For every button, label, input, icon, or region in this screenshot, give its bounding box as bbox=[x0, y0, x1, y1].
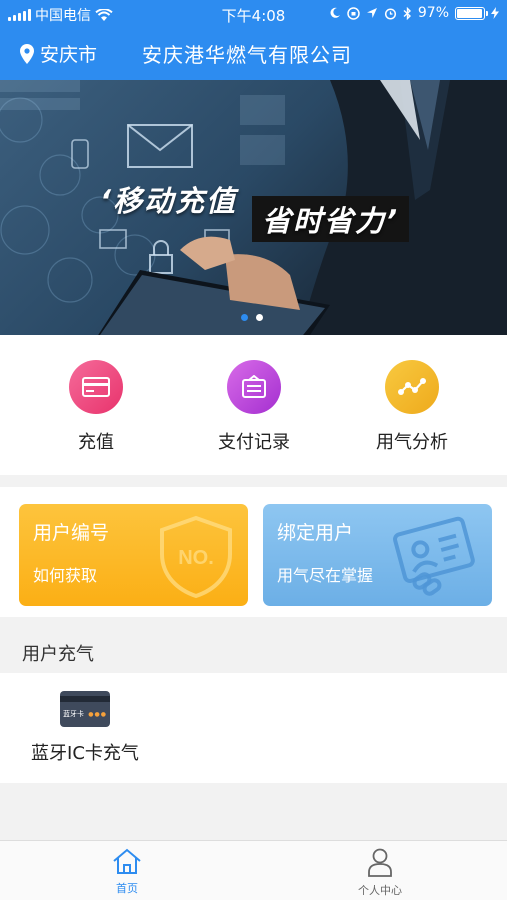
receipt-icon bbox=[227, 360, 281, 414]
quick-menu: 充值 支付记录 用气分析 bbox=[0, 335, 507, 475]
charging-icon bbox=[491, 7, 499, 19]
tab-profile[interactable]: 个人中心 bbox=[320, 847, 440, 898]
page-title: 安庆港华燃气有限公司 bbox=[142, 43, 352, 67]
carousel-dot[interactable] bbox=[256, 314, 263, 321]
feature-cards: NO. 用户编号 如何获取 绑定用户 用气尽在掌握 bbox=[0, 487, 507, 617]
battery-icon bbox=[455, 6, 488, 20]
carousel-dot[interactable] bbox=[241, 314, 248, 321]
payment-history-button[interactable]: 支付记录 bbox=[189, 360, 319, 454]
carousel-indicator[interactable] bbox=[241, 314, 263, 321]
chart-icon bbox=[385, 360, 439, 414]
tab-home[interactable]: 首页 bbox=[67, 847, 187, 896]
moon-icon bbox=[330, 7, 340, 18]
bluetooth-ic-recharge-label: 蓝牙IC卡充气 bbox=[31, 743, 139, 764]
promo-banner[interactable]: ‘移动充值 省时省力’ bbox=[0, 80, 507, 335]
payment-history-label: 支付记录 bbox=[218, 432, 290, 453]
user-number-title: 用户编号 bbox=[33, 522, 110, 544]
orientation-lock-icon bbox=[347, 6, 360, 20]
banner-slogan-primary: ‘移动充值 bbox=[100, 184, 238, 218]
bluetooth-ic-recharge-button[interactable]: 蓝牙卡 ●●● 蓝牙IC卡充气 bbox=[25, 691, 145, 765]
home-icon bbox=[113, 848, 141, 874]
section-body: 蓝牙卡 ●●● 蓝牙IC卡充气 bbox=[0, 673, 507, 783]
location-selector[interactable]: 安庆市 bbox=[20, 40, 97, 67]
location-arrow-icon bbox=[366, 8, 377, 18]
ic-card-icon: 蓝牙卡 ●●● bbox=[60, 691, 110, 727]
tab-bar: 首页 个人中心 bbox=[0, 840, 507, 900]
ic-card-text: 蓝牙卡 bbox=[63, 710, 84, 718]
location-pin-icon bbox=[20, 43, 34, 64]
shield-badge-text: NO. bbox=[178, 547, 214, 569]
person-icon bbox=[368, 848, 392, 877]
user-number-subtitle: 如何获取 bbox=[33, 566, 98, 585]
gas-analysis-button[interactable]: 用气分析 bbox=[347, 360, 477, 454]
section-title: 用户充气 bbox=[22, 644, 94, 665]
tab-profile-label: 个人中心 bbox=[358, 884, 402, 897]
shield-no-icon: NO. bbox=[160, 515, 232, 598]
bind-user-subtitle: 用气尽在掌握 bbox=[277, 566, 374, 585]
bind-user-card[interactable]: 绑定用户 用气尽在掌握 bbox=[263, 504, 492, 606]
card-icon bbox=[69, 360, 123, 414]
status-bar: 中国电信 下午4:08 97% bbox=[0, 0, 507, 28]
battery-percent: 97% bbox=[417, 5, 449, 21]
id-card-link-icon bbox=[393, 516, 475, 596]
bluetooth-icon bbox=[403, 6, 411, 20]
location-label: 安庆市 bbox=[40, 44, 98, 66]
banner-slogan-secondary: 省时省力’ bbox=[252, 196, 410, 242]
bind-user-title: 绑定用户 bbox=[277, 522, 354, 544]
alarm-icon bbox=[384, 7, 396, 20]
gas-analysis-label: 用气分析 bbox=[376, 432, 448, 453]
section-header: 用户充气 bbox=[0, 629, 507, 673]
recharge-button[interactable]: 充值 bbox=[31, 360, 161, 454]
nav-bar: 安庆市 安庆港华燃气有限公司 bbox=[0, 28, 507, 80]
recharge-label: 充值 bbox=[78, 432, 114, 453]
tab-home-label: 首页 bbox=[116, 882, 138, 895]
user-number-card[interactable]: NO. 用户编号 如何获取 bbox=[19, 504, 248, 606]
